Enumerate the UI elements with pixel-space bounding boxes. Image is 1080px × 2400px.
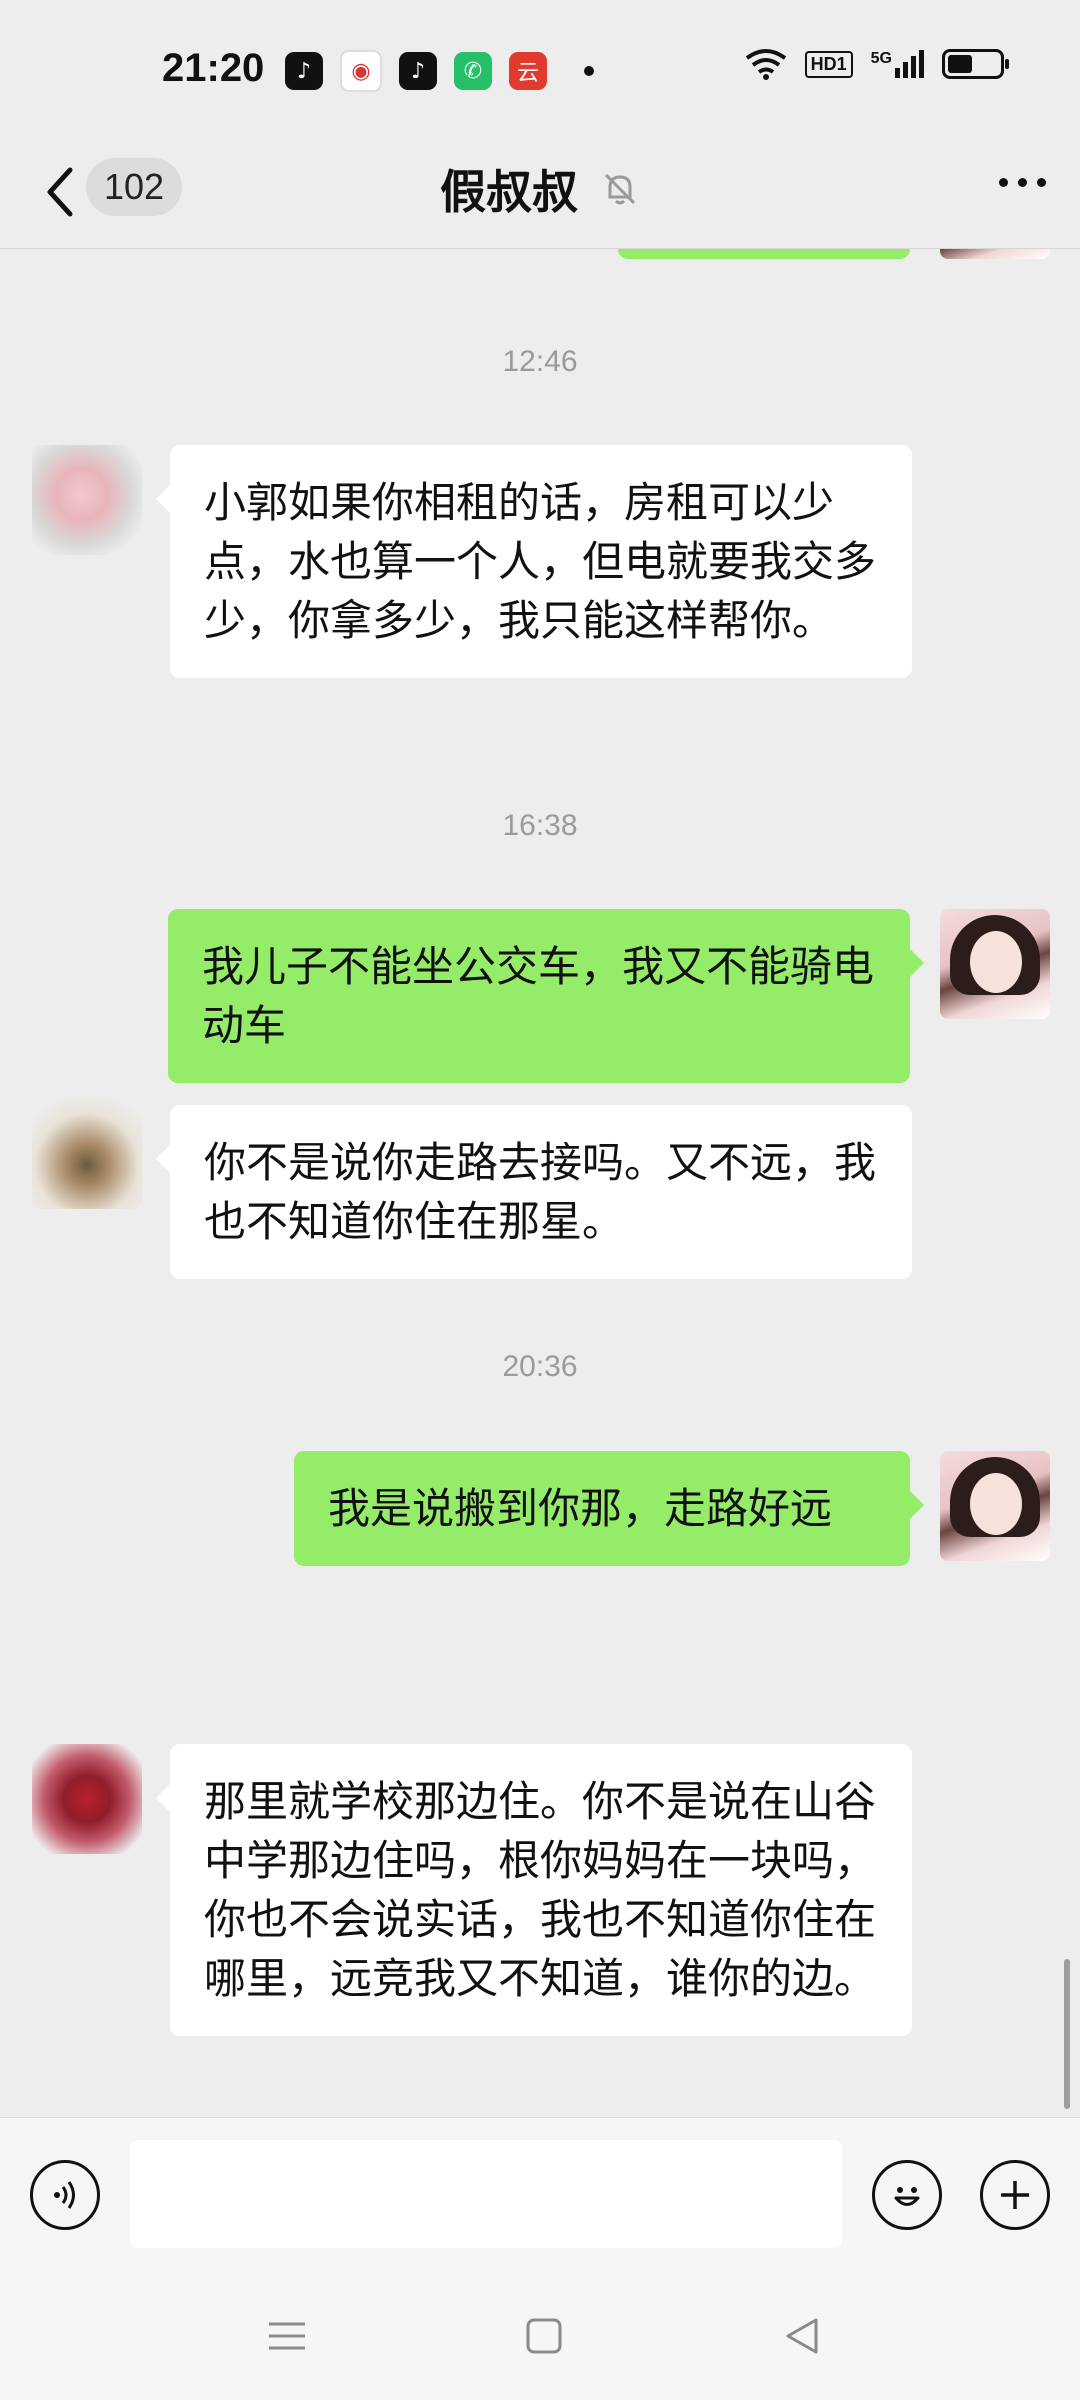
status-bar: 21:20 ♪ ◉ ♪ ✆ 云 HD1 5G (0, 0, 1080, 140)
hd-badge: HD1 (804, 50, 853, 78)
message-bubble[interactable]: 小郭如果你相租的话，房租可以少点，水也算一个人，但电就要我交多少，你拿多少，我只… (156, 445, 912, 678)
chat-header: 102 假叔叔 (0, 140, 1080, 249)
emoji-button[interactable] (872, 2160, 942, 2230)
mute-bell-icon (604, 173, 636, 205)
my-avatar[interactable] (940, 249, 1050, 259)
network-type: 5G (870, 50, 892, 67)
contact-avatar[interactable] (32, 1744, 142, 1854)
message-bubble[interactable]: 我是说搬到你那，走路好远 (294, 1451, 924, 1566)
timestamp: 16:38 (502, 809, 578, 842)
message-bubble[interactable]: 我儿子不能坐公交车，我又不能骑电动车 (168, 909, 924, 1083)
status-indicators: HD1 5G (745, 48, 1009, 80)
my-avatar[interactable] (940, 1451, 1050, 1561)
scrollbar[interactable] (1064, 1959, 1070, 2109)
news-icon: ◉ (340, 50, 382, 92)
status-time: 21:20 (162, 46, 265, 90)
phone-icon: ✆ (454, 52, 492, 90)
home-icon[interactable] (522, 2314, 566, 2358)
message-bubble[interactable]: 那里就学校那边住。你不是说在山谷中学那边住吗，根你妈妈在一块吗，你也不会说实话，… (156, 1744, 912, 2036)
message-text: 小郭如果你相租的话，房租可以少点，水也算一个人，但电就要我交多少，你拿多少，我只… (204, 478, 877, 645)
battery-icon (942, 49, 1009, 79)
chat-title-wrap: 假叔叔 (440, 156, 640, 222)
previous-message-fragment (618, 249, 910, 259)
more-functions-button[interactable] (980, 2160, 1050, 2230)
contact-avatar[interactable] (32, 1099, 142, 1209)
timestamp: 20:36 (502, 1350, 578, 1383)
my-avatar[interactable] (940, 909, 1050, 1019)
message-text: 那里就学校那边住。你不是说在山谷中学那边住吗，根你妈妈在一块吗，你也不会说实话，… (204, 1777, 877, 2003)
signal-icon: 5G (871, 50, 924, 78)
plus-icon (1001, 2181, 1029, 2209)
wifi-icon (745, 49, 786, 80)
douyin-icon: ♪ (285, 52, 323, 90)
chat-title: 假叔叔 (440, 165, 578, 219)
unread-count-badge[interactable]: 102 (86, 158, 182, 216)
input-bar (0, 2117, 1080, 2273)
back-arrow-icon[interactable] (40, 162, 80, 222)
menu-icon[interactable] (265, 2314, 309, 2358)
message-input[interactable] (130, 2140, 842, 2248)
back-triangle-icon[interactable] (780, 2314, 824, 2358)
message-bubble[interactable]: 你不是说你走路去接吗。又不远，我也不知道你住在那星。 (156, 1105, 912, 1279)
more-notifications-dot (584, 66, 594, 76)
app-icon: 云 (509, 52, 547, 90)
emoji-icon (894, 2187, 920, 2206)
chat-messages[interactable]: 12:46 小郭如果你相租的话，房租可以少点，水也算一个人，但电就要我交多少，你… (0, 249, 1080, 2117)
more-options-icon[interactable] (999, 178, 1046, 187)
notification-icons: ♪ ◉ ♪ ✆ 云 (285, 50, 594, 92)
message-text: 我是说搬到你那，走路好远 (328, 1484, 833, 1533)
douyin-icon: ♪ (399, 52, 437, 90)
system-nav-bar (0, 2272, 1080, 2400)
contact-avatar[interactable] (32, 445, 142, 555)
timestamp: 12:46 (502, 345, 578, 378)
message-text: 我儿子不能坐公交车，我又不能骑电动车 (202, 942, 875, 1050)
message-text: 你不是说你走路去接吗。又不远，我也不知道你住在那星。 (204, 1138, 877, 1246)
voice-input-button[interactable] (30, 2160, 100, 2230)
voice-icon (54, 2181, 75, 2209)
